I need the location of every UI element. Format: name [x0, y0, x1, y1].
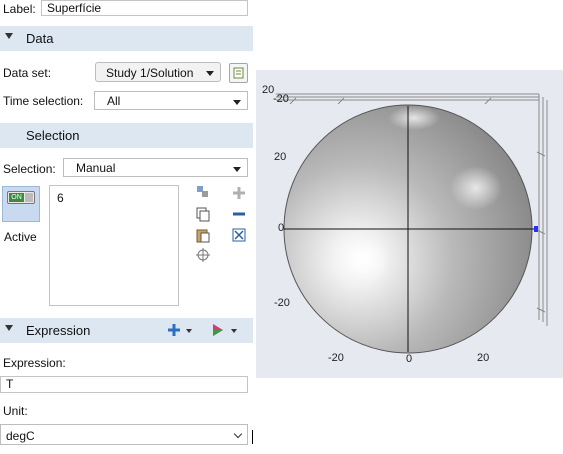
clear-selection-icon[interactable]: [231, 227, 247, 243]
axis-marker: [534, 226, 538, 232]
dataset-caption: Data set:: [3, 66, 52, 80]
copy-selection-icon[interactable]: [195, 206, 211, 222]
chevron-down-icon: [206, 71, 214, 76]
data-section-title: Data: [26, 31, 54, 46]
collapse-arrow-icon: [5, 33, 13, 39]
label-caption: Label:: [3, 2, 36, 16]
chevron-down-icon: [233, 429, 243, 439]
graphics-canvas[interactable]: [256, 70, 563, 378]
data-section-header[interactable]: Data: [0, 26, 253, 51]
tick-label: -20: [274, 297, 290, 309]
unit-caption: Unit:: [3, 404, 28, 418]
time-selection-value: All: [107, 94, 121, 108]
unit-select[interactable]: degC: [0, 424, 248, 445]
zoom-to-selection-icon[interactable]: [195, 184, 211, 200]
remove-icon[interactable]: [231, 206, 247, 222]
tick-label: 0: [406, 353, 413, 365]
selection-section-header[interactable]: Selection: [0, 123, 253, 148]
chevron-down-icon[interactable]: [186, 329, 192, 333]
select-target-icon[interactable]: [195, 247, 211, 263]
settings-panel: Label: Superfície Data Data set: Study 1…: [0, 0, 253, 454]
toggle-knob: [25, 193, 33, 202]
chevron-down-icon[interactable]: [231, 329, 237, 333]
tick-label: -20: [328, 352, 344, 364]
chevron-down-icon: [233, 100, 241, 105]
unit-value: degC: [6, 429, 35, 443]
toggle-switch-icon: ON: [7, 191, 35, 204]
active-label: Active: [4, 230, 37, 244]
expression-section-title: Expression: [26, 323, 91, 338]
expression-caption: Expression:: [3, 356, 66, 370]
insert-expression-icon[interactable]: [166, 322, 182, 338]
selection-list[interactable]: 6: [49, 185, 179, 306]
go-to-source-icon[interactable]: [229, 63, 248, 83]
label-field[interactable]: Superfície: [41, 0, 248, 16]
selection-caption: Selection:: [3, 162, 56, 176]
time-selection-caption: Time selection:: [3, 94, 84, 108]
expression-field[interactable]: T: [0, 376, 248, 393]
selection-value: Manual: [76, 161, 116, 175]
dataset-select[interactable]: Study 1/Solution: [95, 62, 221, 82]
active-toggle[interactable]: ON: [2, 186, 40, 222]
chevron-down-icon: [233, 167, 241, 172]
tick-label: -20: [273, 93, 289, 105]
dataset-value: Study 1/Solution: [106, 66, 194, 80]
paste-selection-icon[interactable]: [195, 227, 211, 243]
selection-select[interactable]: Manual: [63, 158, 248, 177]
tick-label: 20: [274, 151, 287, 163]
add-icon[interactable]: [231, 185, 247, 201]
toggle-on-text: ON: [9, 193, 24, 202]
tick-label: 20: [477, 352, 490, 364]
text-cursor: [252, 430, 253, 444]
selection-section-title: Selection: [26, 128, 80, 143]
collapse-arrow-icon: [5, 325, 13, 331]
tick-label: 0: [278, 222, 285, 234]
time-selection-select[interactable]: All: [94, 91, 248, 110]
graphics-window[interactable]: 20 -20 20 0 -20 -20 0 20: [256, 70, 563, 378]
list-item[interactable]: 6: [57, 191, 64, 205]
expression-section-header[interactable]: Expression: [0, 318, 253, 343]
replace-expression-icon[interactable]: [210, 322, 226, 338]
